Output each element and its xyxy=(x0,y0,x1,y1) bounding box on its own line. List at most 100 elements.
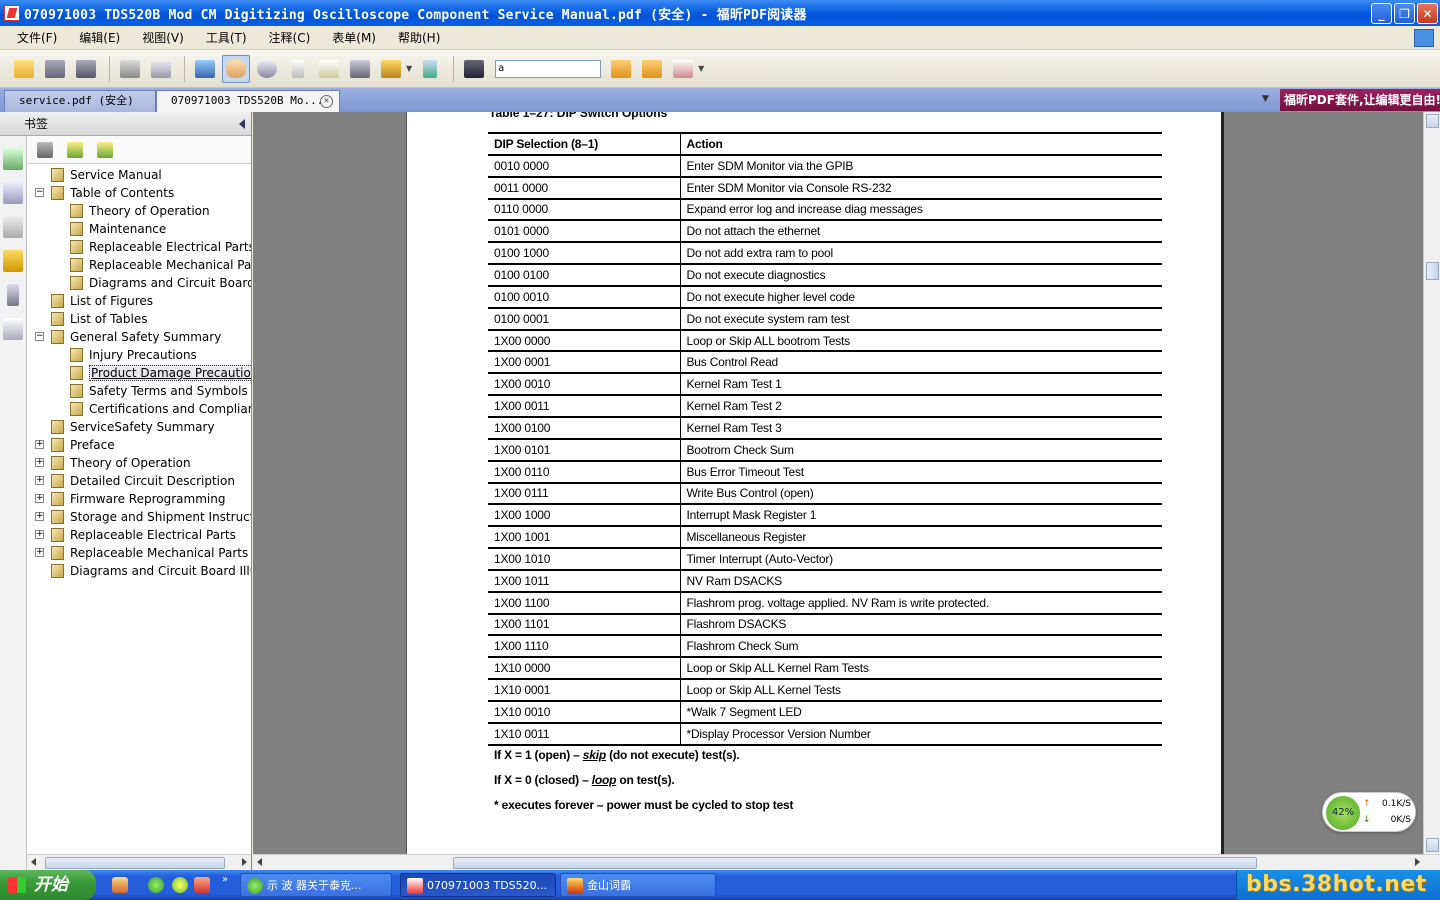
bookmark-item[interactable]: Diagrams and Circuit Board Illu xyxy=(70,274,251,292)
promo-banner[interactable]: 福昕PDF套件,让编辑更自由! xyxy=(1280,89,1440,111)
menu-tools[interactable]: 工具(T) xyxy=(195,29,258,46)
chevron-down-icon[interactable]: ▼ xyxy=(1262,94,1269,104)
zoom-tool-button[interactable] xyxy=(253,55,281,83)
scroll-left-icon[interactable] xyxy=(257,858,262,866)
task-foxit[interactable]: 070971003 TDS520... xyxy=(400,873,556,897)
menu-help[interactable]: 帮助(H) xyxy=(387,29,451,46)
snapshot-button[interactable] xyxy=(346,55,374,83)
expand-icon[interactable]: + xyxy=(35,548,44,557)
menu-file[interactable]: 文件(F) xyxy=(6,29,68,46)
rms-button[interactable] xyxy=(377,55,405,83)
signatures-icon[interactable] xyxy=(3,318,23,340)
document-vertical-scrollbar[interactable] xyxy=(1423,112,1440,854)
scroll-right-icon[interactable] xyxy=(1415,858,1420,866)
sign-button[interactable] xyxy=(416,55,444,83)
bookmark-item[interactable]: Injury Precautions xyxy=(70,346,197,364)
comments-icon[interactable] xyxy=(3,250,23,272)
chevron-double-right-icon[interactable]: » xyxy=(222,874,228,885)
task-browser[interactable]: 示 波 器关于泰克... xyxy=(240,873,392,897)
fullscreen-button[interactable] xyxy=(191,55,219,83)
expand-icon[interactable]: + xyxy=(35,512,44,521)
bookmark-item[interactable]: Maintenance xyxy=(70,220,166,238)
document-viewport[interactable]: Table 1–27: DIP Switch Options DIP Selec… xyxy=(253,112,1423,854)
hand-tool-button[interactable] xyxy=(222,54,250,83)
expand-icon[interactable]: + xyxy=(35,458,44,467)
layers-icon[interactable] xyxy=(3,216,23,238)
scroll-right-icon[interactable] xyxy=(242,858,247,866)
scrollbar-thumb[interactable] xyxy=(1426,262,1439,280)
menu-edit[interactable]: 编辑(E) xyxy=(68,29,131,46)
bookmark-item[interactable]: Replaceable Electrical Parts xyxy=(70,238,251,256)
bookmark-item[interactable]: + Firmware Reprogramming xyxy=(35,490,225,508)
menu-comments[interactable]: 注释(C) xyxy=(258,29,322,46)
chevron-down-icon[interactable]: ▼ xyxy=(698,64,704,73)
bookmark-item[interactable]: Theory of Operation xyxy=(70,202,210,220)
menu-forms[interactable]: 表单(M) xyxy=(321,29,387,46)
pages-icon[interactable] xyxy=(3,182,23,204)
select-tool-button[interactable] xyxy=(284,55,312,83)
bookmark-item[interactable]: + Replaceable Electrical Parts xyxy=(35,526,236,544)
bookmark-item[interactable]: List of Tables xyxy=(51,310,147,328)
add-bookmark-icon[interactable] xyxy=(67,141,83,158)
bookmarks-horizontal-scrollbar[interactable] xyxy=(27,854,251,870)
bookmark-item[interactable]: Diagrams and Circuit Board Illustra xyxy=(51,562,251,580)
bookmark-item[interactable]: Replaceable Mechanical Parts xyxy=(70,256,251,274)
menu-view[interactable]: 视图(V) xyxy=(131,29,195,46)
expand-icon[interactable] xyxy=(1414,29,1434,47)
properties-button[interactable] xyxy=(147,55,175,83)
scrollbar-thumb[interactable] xyxy=(45,857,225,869)
scroll-down-icon[interactable] xyxy=(1426,838,1439,852)
restore-button[interactable]: ❐ xyxy=(1394,3,1415,24)
quicklaunch-icon[interactable] xyxy=(112,877,128,893)
chevron-down-icon[interactable]: ▼ xyxy=(406,64,412,73)
tab-service-pdf[interactable]: service.pdf (安全) xyxy=(4,90,156,112)
bookmark-item[interactable]: + Storage and Shipment Instructio xyxy=(35,508,251,526)
find-next-button[interactable] xyxy=(638,55,666,83)
scrollbar-thumb[interactable] xyxy=(453,857,1257,869)
bookmark-item[interactable]: + Preface xyxy=(35,436,115,454)
browser-icon[interactable] xyxy=(148,877,164,893)
bookmark-item[interactable]: + Theory of Operation xyxy=(35,454,191,472)
task-dictionary[interactable]: 金山词霸 xyxy=(560,873,716,897)
collapse-panel-icon[interactable] xyxy=(239,119,245,129)
bookmark-item[interactable]: ServiceSafety Summary xyxy=(51,418,215,436)
bookmark-item[interactable]: + Replaceable Mechanical Parts xyxy=(35,544,248,562)
find-previous-button[interactable] xyxy=(607,55,635,83)
expand-icon[interactable]: + xyxy=(35,494,44,503)
expand-icon[interactable]: + xyxy=(35,476,44,485)
collapse-icon[interactable]: − xyxy=(35,332,44,341)
network-speed-widget[interactable]: 42% ↑ 0.1K/S ↓ 0K/S xyxy=(1322,792,1416,832)
scroll-left-icon[interactable] xyxy=(31,858,36,866)
print-button[interactable] xyxy=(116,55,144,83)
expand-icon[interactable]: + xyxy=(35,440,44,449)
start-button[interactable]: 开始 xyxy=(0,870,96,900)
close-button[interactable]: ✕ xyxy=(1417,3,1438,24)
bookmark-item[interactable]: − Table of Contents xyxy=(35,184,174,202)
bookmark-item[interactable]: Certifications and Compliances xyxy=(70,400,251,418)
find-button[interactable] xyxy=(460,55,488,83)
delete-bookmark-icon[interactable] xyxy=(37,141,53,158)
search-options-button[interactable] xyxy=(669,55,697,83)
scroll-up-icon[interactable] xyxy=(1426,114,1439,128)
minimize-button[interactable]: _ xyxy=(1371,3,1392,24)
bookmark-item[interactable]: List of Figures xyxy=(51,292,153,310)
bookmark-item[interactable]: + Detailed Circuit Description xyxy=(35,472,235,490)
bookmarks-icon[interactable] xyxy=(3,148,23,170)
close-icon[interactable]: ✕ xyxy=(320,95,333,108)
add-icon[interactable] xyxy=(172,877,188,893)
foxit-app-icon[interactable] xyxy=(4,5,20,21)
bookmark-item[interactable]: Product Damage Precautions xyxy=(70,364,251,382)
attachments-icon[interactable] xyxy=(7,284,19,306)
bookmark-item[interactable]: Service Manual xyxy=(51,166,162,184)
bookmark-item[interactable]: − General Safety Summary xyxy=(35,328,221,346)
text-select-button[interactable] xyxy=(315,55,343,83)
add-child-bookmark-icon[interactable] xyxy=(97,141,113,158)
bookmark-item[interactable]: Safety Terms and Symbols xyxy=(70,382,248,400)
media-icon[interactable] xyxy=(194,877,210,893)
open-button[interactable] xyxy=(10,55,38,83)
save-button[interactable] xyxy=(41,55,69,83)
tab-tds520b[interactable]: 070971003 TDS520B Mo... ✕ xyxy=(156,90,340,112)
document-horizontal-scrollbar[interactable] xyxy=(253,854,1440,870)
save-as-button[interactable] xyxy=(72,55,100,83)
collapse-icon[interactable]: − xyxy=(35,188,44,197)
